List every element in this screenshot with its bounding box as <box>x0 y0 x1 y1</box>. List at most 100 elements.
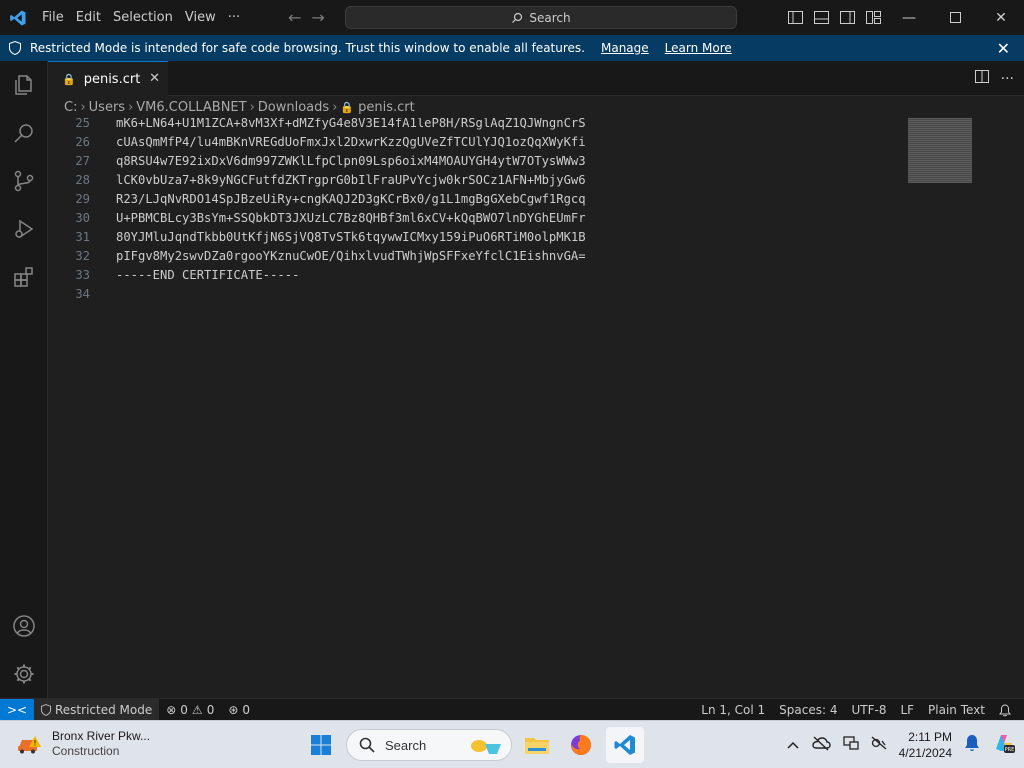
encoding[interactable]: UTF-8 <box>844 699 893 721</box>
editor-area[interactable]: 25 mK6+LN64+U1M1ZCA+8vM3Xf+dMZfyG4e8V3E14… <box>48 118 1024 698</box>
toggle-primary-sidebar-icon[interactable] <box>786 9 804 27</box>
tab-actions: ··· <box>974 61 1014 96</box>
split-editor-icon[interactable] <box>974 70 989 87</box>
manage-gear-icon[interactable] <box>0 650 48 698</box>
back-arrow-icon[interactable]: ← <box>288 8 301 27</box>
error-count: 0 <box>180 702 188 717</box>
command-center[interactable]: Search <box>345 6 737 29</box>
breadcrumb-item[interactable]: Downloads <box>258 100 329 115</box>
more-actions-icon[interactable]: ··· <box>1001 71 1014 87</box>
line-text: R23/LJqNvRDO14SpJBzeUiRy+cngKAQJ2D3gKCrB… <box>116 192 586 206</box>
breadcrumb-item[interactable]: Users <box>89 100 125 115</box>
menu-bar: File Edit Selection View ··· <box>36 0 246 35</box>
activity-bar <box>0 61 48 698</box>
line-number: 33 <box>75 268 90 282</box>
ports-status[interactable]: ⊛ 0 <box>221 699 257 721</box>
ports-count: 0 <box>242 702 251 717</box>
notifications-bell-icon[interactable] <box>992 699 1018 721</box>
line-number: 26 <box>75 135 90 149</box>
end-of-line[interactable]: LF <box>893 699 921 721</box>
line-text: lCK0vbUza7+8k9yNGCFutfdZKTrgprG0bIlFraUP… <box>116 173 586 187</box>
copilot-icon[interactable]: PRE <box>992 731 1016 760</box>
indentation[interactable]: Spaces: 4 <box>772 699 844 721</box>
warning-count: 0 <box>206 702 215 717</box>
search-highlight-icon <box>471 740 501 754</box>
system-tray: 2:11 PM 4/21/2024 PRE <box>787 727 1016 763</box>
broadcast-icon: ⊛ <box>228 702 239 717</box>
breadcrumb-item[interactable]: penis.crt <box>358 100 415 115</box>
restricted-mode-label: Restricted Mode <box>55 702 153 717</box>
manage-link[interactable]: Manage <box>601 41 649 55</box>
search-icon <box>512 12 523 23</box>
window-controls: — ✕ <box>886 0 1024 35</box>
cursor-position[interactable]: Ln 1, Col 1 <box>694 699 772 721</box>
weather-widget[interactable]: Bronx River Pkw... Construction <box>16 729 150 759</box>
line-text: -----END CERTIFICATE----- <box>116 268 300 282</box>
menu-file[interactable]: File <box>36 0 70 35</box>
taskbar-search-box[interactable]: Search <box>346 729 512 761</box>
toggle-panel-icon[interactable] <box>812 9 830 27</box>
vscode-logo-icon <box>0 0 36 35</box>
maximize-icon[interactable] <box>932 0 978 35</box>
network-volume-icon[interactable] <box>871 735 887 756</box>
restricted-mode-banner: Restricted Mode is intended for safe cod… <box>0 35 1024 61</box>
shield-icon <box>0 41 30 55</box>
menu-edit[interactable]: Edit <box>70 0 107 35</box>
lock-icon: 🔒 <box>340 100 355 114</box>
breadcrumb-item[interactable]: VM6.COLLABNET <box>136 100 246 115</box>
close-window-icon[interactable]: ✕ <box>978 0 1024 35</box>
toggle-secondary-sidebar-icon[interactable] <box>838 9 856 27</box>
chevron-up-icon[interactable] <box>787 736 799 754</box>
language-mode[interactable]: Plain Text <box>921 699 992 721</box>
weather-title: Bronx River Pkw... <box>52 729 151 743</box>
start-windows-icon[interactable] <box>302 727 340 763</box>
display-icon[interactable] <box>842 735 859 756</box>
customize-layout-icon[interactable] <box>864 9 882 27</box>
extensions-icon[interactable] <box>0 253 48 301</box>
learn-more-link[interactable]: Learn More <box>665 41 732 55</box>
minimap-slider[interactable] <box>908 118 972 183</box>
onedrive-offline-icon[interactable] <box>811 735 831 756</box>
banner-message: Restricted Mode is intended for safe cod… <box>30 41 585 55</box>
line-number: 25 <box>75 118 90 130</box>
restricted-mode-status[interactable]: Restricted Mode <box>34 698 160 721</box>
nav-arrows: ← → <box>288 0 325 35</box>
firefox-icon[interactable] <box>562 727 600 763</box>
accounts-icon[interactable] <box>0 602 48 650</box>
tab-penis-crt[interactable]: 🔒 penis.crt ✕ <box>48 61 168 96</box>
vscode-taskbar-icon[interactable] <box>606 727 644 763</box>
search-icon[interactable] <box>0 109 48 157</box>
vscode-window: File Edit Selection View ··· ← → Search … <box>0 0 1024 721</box>
status-right: Ln 1, Col 1 Spaces: 4 UTF-8 LF Plain Tex… <box>694 699 1018 721</box>
line-number: 29 <box>75 192 90 206</box>
run-debug-icon[interactable] <box>0 205 48 253</box>
menu-view[interactable]: View <box>179 0 222 35</box>
warning-icon: ⚠ <box>191 702 203 717</box>
editor-tabs: 🔒 penis.crt ✕ ··· <box>48 61 1024 96</box>
source-control-icon[interactable] <box>0 157 48 205</box>
menu-selection[interactable]: Selection <box>107 0 179 35</box>
minimize-icon[interactable]: — <box>886 0 932 35</box>
line-text: U+PBMCBLcy3BsYm+SSQbkDT3JXUzLC7Bz8QHBf3m… <box>116 211 586 225</box>
explorer-icon[interactable] <box>0 61 48 109</box>
remote-indicator-icon[interactable]: >< <box>0 698 34 721</box>
close-tab-icon[interactable]: ✕ <box>149 71 160 86</box>
error-icon: ⊗ <box>166 702 177 717</box>
shield-icon <box>41 703 51 716</box>
close-icon[interactable]: ✕ <box>997 39 1010 58</box>
taskbar-search-label: Search <box>385 737 427 753</box>
tab-label: penis.crt <box>83 71 141 87</box>
layout-controls <box>786 0 882 35</box>
menu-more[interactable]: ··· <box>222 0 246 35</box>
status-bar: >< Restricted Mode ⊗ 0 ⚠ 0 ⊛ 0 Ln 1, Col… <box>0 698 1024 721</box>
forward-arrow-icon[interactable]: → <box>311 8 324 27</box>
windows-taskbar: Bronx River Pkw... Construction Search 2… <box>0 720 1024 768</box>
file-explorer-icon[interactable] <box>518 727 556 763</box>
clock[interactable]: 2:11 PM 4/21/2024 <box>899 729 952 761</box>
notification-bell-icon[interactable] <box>964 734 980 757</box>
breadcrumb-item[interactable]: C: <box>64 100 77 115</box>
problems-status[interactable]: ⊗ 0 ⚠ 0 <box>159 699 221 721</box>
line-number: 32 <box>75 249 90 263</box>
line-text: cUAsQmMfP4/lu4mBKnVREGdUoFmxJxl2DxwrKzzQ… <box>116 135 586 149</box>
line-number: 31 <box>75 230 90 244</box>
